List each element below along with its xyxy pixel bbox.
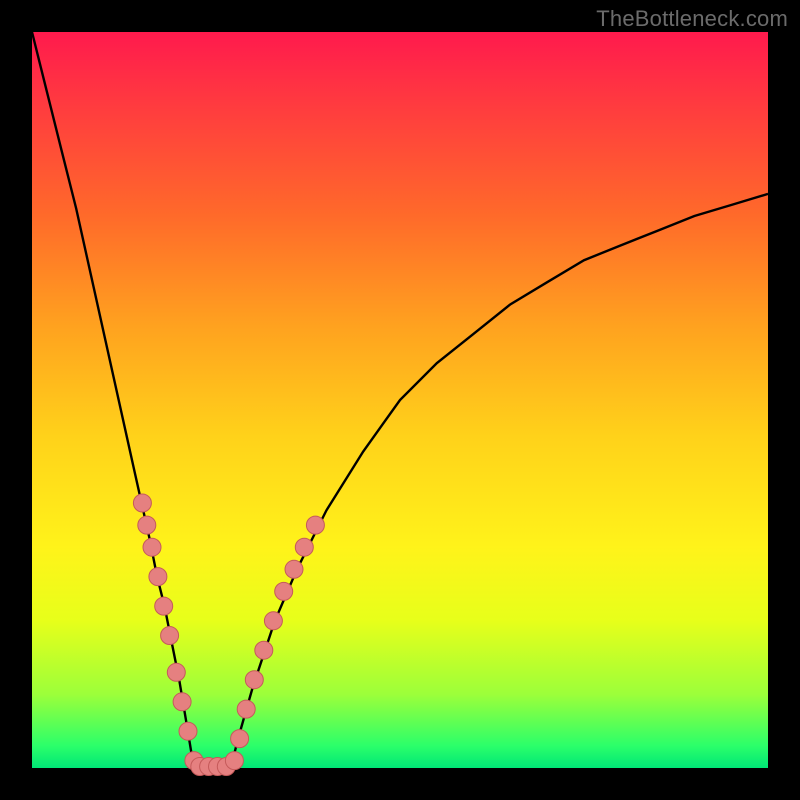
data-marker xyxy=(285,560,303,578)
data-marker xyxy=(245,671,263,689)
data-marker xyxy=(179,722,197,740)
data-marker xyxy=(133,494,151,512)
data-marker xyxy=(275,582,293,600)
curve-line xyxy=(32,32,768,768)
data-marker xyxy=(155,597,173,615)
data-marker xyxy=(231,730,249,748)
data-marker xyxy=(149,568,167,586)
data-marker xyxy=(237,700,255,718)
bottleneck-curve xyxy=(32,32,768,768)
data-marker xyxy=(306,516,324,534)
data-marker xyxy=(173,693,191,711)
data-marker xyxy=(167,663,185,681)
data-marker xyxy=(225,752,243,770)
watermark-text: TheBottleneck.com xyxy=(596,6,788,32)
data-marker xyxy=(138,516,156,534)
curve-markers xyxy=(133,494,324,776)
data-marker xyxy=(161,627,179,645)
data-marker xyxy=(255,641,273,659)
data-marker xyxy=(264,612,282,630)
chart-frame: TheBottleneck.com xyxy=(0,0,800,800)
data-marker xyxy=(143,538,161,556)
plot-area xyxy=(32,32,768,768)
data-marker xyxy=(295,538,313,556)
